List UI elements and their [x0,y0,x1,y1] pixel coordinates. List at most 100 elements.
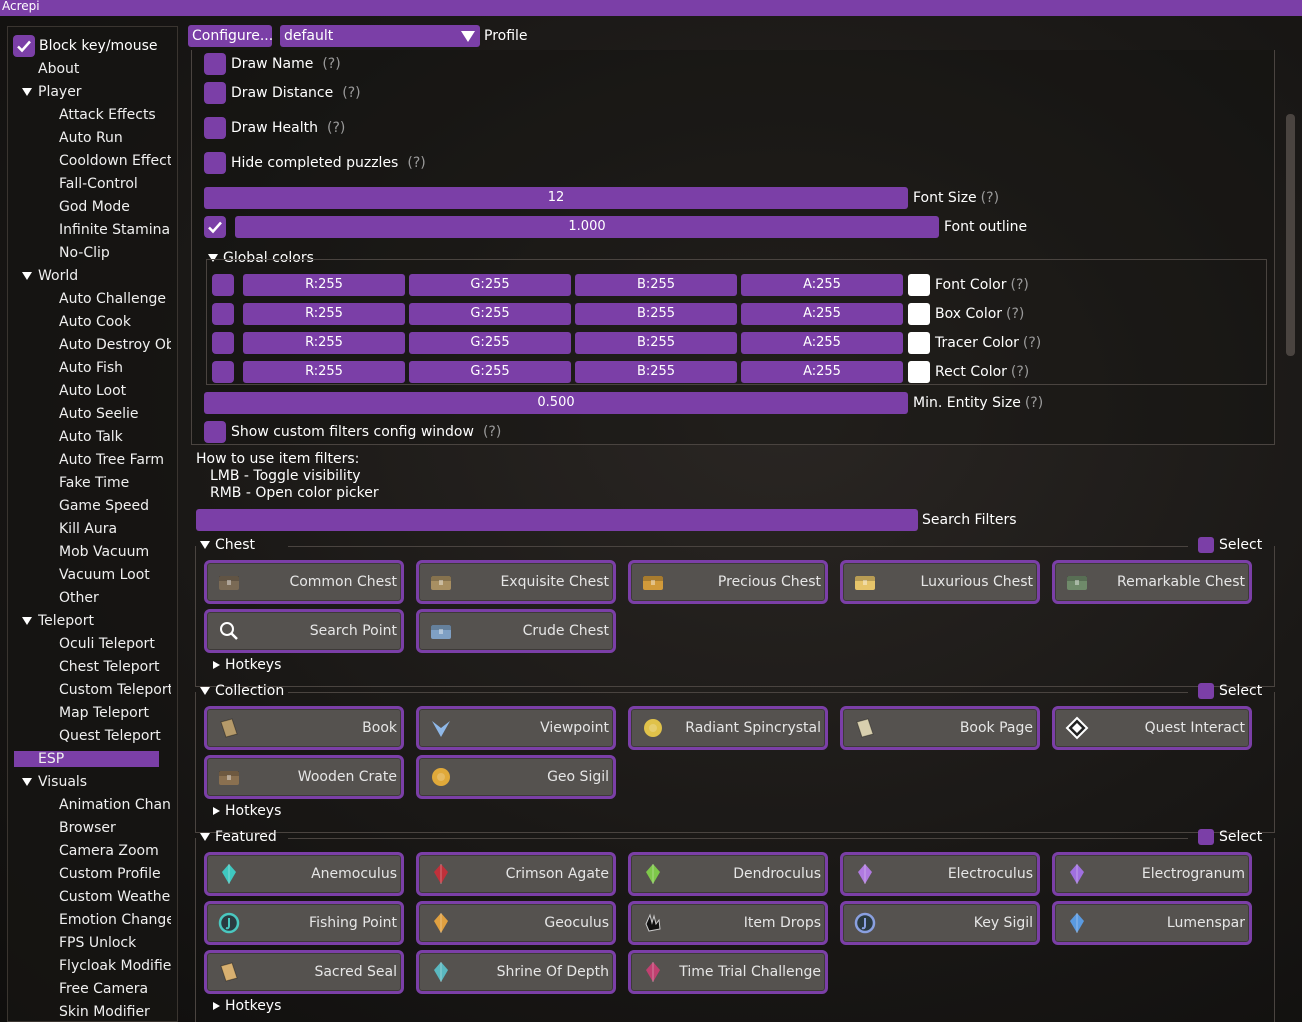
chest-hotkeys-header[interactable]: Hotkeys [213,657,281,673]
help-icon[interactable]: (?) [342,85,360,101]
sidebar-item-free-camera[interactable]: Free Camera [59,979,171,999]
font-outline-row[interactable] [204,216,226,238]
sidebar-item-chest-teleport[interactable]: Chest Teleport [59,657,171,677]
color-channel-g[interactable]: G:255 [409,332,571,354]
sidebar-item-infinite-stamina[interactable]: Infinite Stamina [59,220,171,240]
color-channel-b[interactable]: B:255 [575,361,737,383]
color-row-toggle[interactable] [212,274,234,296]
select-checkbox[interactable] [1198,537,1214,553]
sidebar-item-auto-talk[interactable]: Auto Talk [59,427,171,447]
configure-button[interactable]: Configure... [188,25,273,47]
sidebar-item-quest-teleport[interactable]: Quest Teleport [59,726,171,746]
color-channel-a[interactable]: A:255 [741,361,903,383]
custom-filters-row[interactable]: Show custom filters config window (?) [204,421,501,443]
color-row-toggle[interactable] [212,332,234,354]
color-channel-r[interactable]: R:255 [243,361,405,383]
help-icon[interactable]: (?) [1011,364,1029,380]
sidebar-item-auto-tree-farm[interactable]: Auto Tree Farm [59,450,171,470]
filter-lumenspar[interactable]: Lumenspar [1052,901,1252,945]
sidebar-item-auto-destroy-objects[interactable]: Auto Destroy Objects [59,335,171,355]
filter-viewpoint[interactable]: Viewpoint [416,706,616,750]
block-key-mouse-checkbox[interactable]: Block key/mouse [13,35,158,57]
select-checkbox[interactable] [1198,683,1214,699]
color-channel-g[interactable]: G:255 [409,274,571,296]
sidebar-item-esp[interactable]: ESP [38,749,177,769]
font-outline-checkbox[interactable] [204,216,226,238]
filter-crimson-agate[interactable]: Crimson Agate [416,852,616,896]
hide-puzzles-row[interactable]: Hide completed puzzles (?) [204,152,426,174]
help-icon[interactable]: (?) [1006,306,1024,322]
sidebar-item-fps-unlock[interactable]: FPS Unlock [59,933,171,953]
color-swatch[interactable] [908,303,930,325]
help-icon[interactable]: (?) [327,120,345,136]
sidebar-item-visuals[interactable]: Visuals [38,772,177,792]
font-size-slider[interactable]: 12 [204,187,908,209]
sidebar-item-flycloak-modifier[interactable]: Flycloak Modifier [59,956,171,976]
sidebar-item-world[interactable]: World [38,266,177,286]
sidebar-item-map-teleport[interactable]: Map Teleport [59,703,171,723]
sidebar-item-custom-teleports[interactable]: Custom Teleports [59,680,171,700]
color-channel-g[interactable]: G:255 [409,361,571,383]
filter-exquisite-chest[interactable]: Exquisite Chest [416,560,616,604]
sidebar-item-kill-aura[interactable]: Kill Aura [59,519,171,539]
sidebar-item-auto-cook[interactable]: Auto Cook [59,312,171,332]
sidebar-item-skin-modifier[interactable]: Skin Modifier [59,1002,171,1021]
sidebar-item-fall-control[interactable]: Fall-Control [59,174,171,194]
sidebar-item-auto-run[interactable]: Auto Run [59,128,171,148]
color-channel-r[interactable]: R:255 [243,303,405,325]
color-swatch[interactable] [908,361,930,383]
sidebar-item-no-clip[interactable]: No-Clip [59,243,171,263]
sidebar-item-auto-seelie[interactable]: Auto Seelie [59,404,171,424]
filter-wooden-crate[interactable]: Wooden Crate [204,755,404,799]
filter-remarkable-chest[interactable]: Remarkable Chest [1052,560,1252,604]
font-outline-slider[interactable]: 1.000 [235,216,939,238]
help-icon[interactable]: (?) [1025,395,1043,411]
filter-crude-chest[interactable]: Crude Chest [416,609,616,653]
sidebar-item-browser[interactable]: Browser [59,818,171,838]
filter-electroculus[interactable]: Electroculus [840,852,1040,896]
search-filters-input[interactable] [196,509,918,531]
select-checkbox[interactable] [1198,829,1214,845]
color-channel-b[interactable]: B:255 [575,303,737,325]
sidebar-item-vacuum-loot[interactable]: Vacuum Loot [59,565,171,585]
featured-select-all[interactable]: Select [1198,829,1262,845]
filter-book-page[interactable]: Book Page [840,706,1040,750]
filter-precious-chest[interactable]: Precious Chest [628,560,828,604]
sidebar-item-mob-vacuum[interactable]: Mob Vacuum [59,542,171,562]
color-row-toggle[interactable] [212,303,234,325]
color-channel-r[interactable]: R:255 [243,274,405,296]
filter-common-chest[interactable]: Common Chest [204,560,404,604]
filter-search-point[interactable]: Search Point [204,609,404,653]
help-icon[interactable]: (?) [483,424,501,440]
filter-time-trial-challenge[interactable]: Time Trial Challenge [628,950,828,994]
filter-geo-sigil[interactable]: Geo Sigil [416,755,616,799]
draw-distance-row[interactable]: Draw Distance (?) [204,82,361,104]
sidebar-item-cooldown-effects[interactable]: Cooldown Effects [59,151,171,171]
profile-select[interactable]: default [280,25,480,47]
sidebar-item-god-mode[interactable]: God Mode [59,197,171,217]
color-swatch[interactable] [908,332,930,354]
filter-anemoculus[interactable]: Anemoculus [204,852,404,896]
color-channel-a[interactable]: A:255 [741,332,903,354]
color-channel-r[interactable]: R:255 [243,332,405,354]
sidebar-item-auto-fish[interactable]: Auto Fish [59,358,171,378]
draw-health-checkbox[interactable] [204,117,226,139]
filter-electrogranum[interactable]: Electrogranum [1052,852,1252,896]
filter-geoculus[interactable]: Geoculus [416,901,616,945]
esp-settings-scrollbar[interactable] [1286,114,1295,356]
sidebar-item-emotion-changer[interactable]: Emotion Changer [59,910,171,930]
color-swatch[interactable] [908,274,930,296]
sidebar-item-other[interactable]: Other [59,588,171,608]
sidebar-item-custom-profile[interactable]: Custom Profile [59,864,171,884]
sidebar-item-teleport[interactable]: Teleport [38,611,177,631]
help-icon[interactable]: (?) [322,56,340,72]
color-row-toggle[interactable] [212,361,234,383]
help-icon[interactable]: (?) [1023,335,1041,351]
sidebar-item-game-speed[interactable]: Game Speed [59,496,171,516]
chest-select-all[interactable]: Select [1198,537,1262,553]
filter-shrine-of-depth[interactable]: Shrine Of Depth [416,950,616,994]
filter-book[interactable]: Book [204,706,404,750]
draw-distance-checkbox[interactable] [204,82,226,104]
sidebar-item-oculi-teleport[interactable]: Oculi Teleport [59,634,171,654]
sidebar-item-fake-time[interactable]: Fake Time [59,473,171,493]
